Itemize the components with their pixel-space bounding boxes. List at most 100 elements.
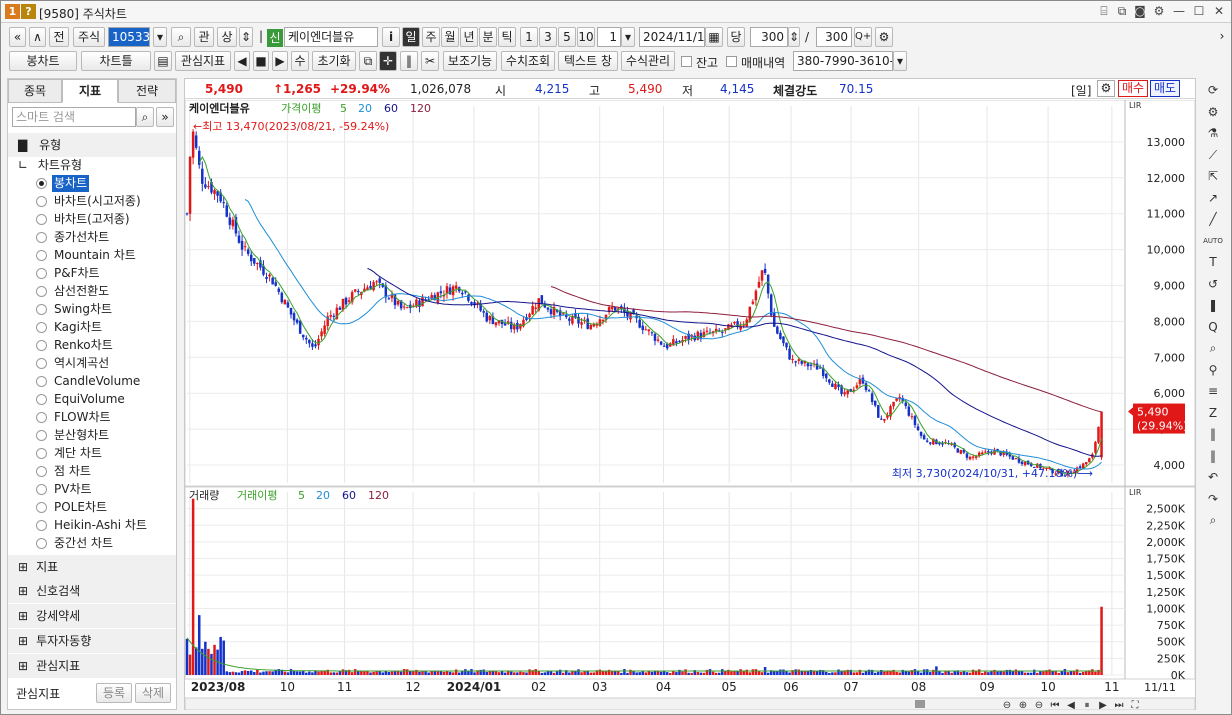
account-dropdown-icon[interactable]: ▾ bbox=[893, 51, 907, 71]
stock-chart[interactable]: 2023/08 10 11 12 2024/01 02 03 04 05 06 07 08 09 10 11… bbox=[185, 100, 1195, 710]
radio-icon[interactable] bbox=[36, 268, 47, 279]
copy-window-icon[interactable]: ⧉ bbox=[1114, 3, 1130, 19]
tab-stocks[interactable]: 종목 bbox=[8, 79, 62, 103]
cut-icon[interactable]: ✂ bbox=[421, 51, 439, 71]
balance-checkbox[interactable] bbox=[681, 56, 692, 67]
minimize-icon[interactable]: — bbox=[1171, 3, 1187, 19]
radio-icon[interactable] bbox=[36, 484, 47, 495]
radio-icon[interactable] bbox=[36, 376, 47, 387]
drawing-tool-icon[interactable]: ↗ bbox=[1203, 188, 1223, 208]
radio-icon[interactable] bbox=[36, 286, 47, 297]
watch-button[interactable]: 관 bbox=[194, 27, 214, 47]
sell-button[interactable]: 매도 bbox=[1150, 80, 1180, 97]
scroll-left-icon[interactable]: ◀ bbox=[234, 51, 250, 71]
chart-settings-icon[interactable]: ⚙ bbox=[875, 27, 893, 47]
count-spin-icon[interactable]: ⇕ bbox=[788, 27, 800, 47]
buy-button[interactable]: 매수 bbox=[1118, 80, 1148, 97]
crosshair-icon[interactable]: ✛ bbox=[379, 51, 397, 71]
custom-interval-input[interactable]: 1 bbox=[597, 27, 621, 47]
pin-icon[interactable]: ⌸ bbox=[1096, 3, 1112, 19]
interval-dropdown-icon[interactable]: ▾ bbox=[621, 27, 635, 47]
radio-icon[interactable] bbox=[36, 394, 47, 405]
radio-icon[interactable] bbox=[36, 430, 47, 441]
chart-type-button[interactable]: 봉차트 bbox=[9, 51, 77, 71]
total-count-input[interactable]: 300 bbox=[816, 27, 852, 47]
help-icon[interactable]: ? bbox=[21, 4, 36, 19]
drawing-tool-icon[interactable]: ⌕ bbox=[1203, 338, 1223, 358]
prev-button[interactable]: 전 bbox=[49, 27, 69, 47]
scroll-right-icon[interactable]: ▶ bbox=[272, 51, 288, 71]
drawing-tool-icon[interactable]: ⟋ bbox=[1203, 145, 1223, 165]
formula-mgmt-button[interactable]: 수식관리 bbox=[621, 51, 675, 71]
radio-icon[interactable] bbox=[36, 304, 47, 315]
trade-history-checkbox[interactable] bbox=[726, 56, 737, 67]
stop-icon[interactable]: ■ bbox=[253, 51, 269, 71]
market-select[interactable]: 주식 bbox=[73, 27, 105, 47]
toolbar-more-icon[interactable]: › bbox=[1216, 27, 1228, 47]
tree-root[interactable]: ∟ 차트유형 bbox=[18, 157, 82, 174]
calendar-icon[interactable]: ▦ bbox=[705, 27, 723, 47]
radio-icon[interactable] bbox=[36, 520, 47, 531]
section-signal-search[interactable]: ⊞ 신호검색 bbox=[8, 579, 176, 603]
drawing-tool-icon[interactable]: Q bbox=[1203, 317, 1223, 337]
zoom-in-icon[interactable]: Q+ bbox=[854, 27, 872, 47]
candle-icon[interactable]: ‖ bbox=[400, 51, 418, 71]
delete-button[interactable]: 삭제 bbox=[135, 683, 171, 703]
camera-icon[interactable]: ◙ bbox=[1132, 3, 1148, 19]
period-week-button[interactable]: 주 bbox=[422, 27, 440, 47]
expand-icon[interactable]: » bbox=[156, 107, 174, 127]
reset-button[interactable]: 초기화 bbox=[312, 51, 356, 71]
register-button[interactable]: 등록 bbox=[96, 683, 132, 703]
numeric-query-button[interactable]: 수치조회 bbox=[501, 51, 555, 71]
radio-icon[interactable] bbox=[36, 322, 47, 333]
drawing-tool-icon[interactable]: ⇱ bbox=[1203, 166, 1223, 186]
radio-icon[interactable] bbox=[36, 340, 47, 351]
radio-icon[interactable] bbox=[36, 196, 47, 207]
period-minute-button[interactable]: 분 bbox=[479, 27, 497, 47]
drawing-tool-icon[interactable]: ╱ bbox=[1203, 209, 1223, 229]
radio-icon[interactable] bbox=[36, 358, 47, 369]
section-watch-indicators[interactable]: ⊞ 관심지표 bbox=[8, 654, 176, 678]
text-window-button[interactable]: 텍스트 창 bbox=[558, 51, 618, 71]
drawing-tool-icon[interactable]: ⚙ bbox=[1203, 102, 1223, 122]
restore-icon[interactable]: ⧉ bbox=[359, 51, 377, 71]
tab-indicators[interactable]: 지표 bbox=[62, 79, 118, 103]
code-dropdown-icon[interactable]: ▾ bbox=[153, 27, 167, 47]
maximize-icon[interactable]: ☐ bbox=[1191, 3, 1207, 19]
save-icon[interactable]: ▤ bbox=[154, 51, 172, 71]
drawing-tool-icon[interactable]: ⚲ bbox=[1203, 360, 1223, 380]
radio-icon[interactable] bbox=[36, 214, 47, 225]
section-indicators[interactable]: ⊞ 지표 bbox=[8, 555, 176, 579]
drawing-tool-icon[interactable]: Z bbox=[1203, 403, 1223, 423]
radio-icon[interactable] bbox=[36, 250, 47, 261]
today-button[interactable]: 당 bbox=[727, 27, 745, 47]
radio-icon[interactable] bbox=[36, 502, 47, 513]
watch-indicator-button[interactable]: 관심지표 bbox=[175, 51, 231, 71]
section-investor-trend[interactable]: ⊞ 투자자동향 bbox=[8, 629, 176, 653]
section-strength[interactable]: ⊞ 강세약세 bbox=[8, 604, 176, 628]
drawing-tool-icon[interactable]: ‖ bbox=[1203, 424, 1223, 444]
tab-strategy[interactable]: 전략 bbox=[118, 79, 176, 103]
settings-icon[interactable]: ⚙ bbox=[1151, 3, 1167, 19]
interval-3-button[interactable]: 3 bbox=[539, 27, 557, 47]
close-icon[interactable]: ✕ bbox=[1211, 3, 1227, 19]
smart-search-input[interactable]: 스마트 검색 bbox=[12, 107, 136, 127]
drawing-tool-icon[interactable]: ⌕ bbox=[1203, 510, 1223, 530]
nav-up-button[interactable]: ∧ bbox=[29, 27, 46, 47]
numeric-button[interactable]: 수 bbox=[291, 51, 309, 71]
chart-frame-button[interactable]: 차트틀 bbox=[81, 51, 151, 71]
drawing-tool-icon[interactable]: ❚ bbox=[1203, 295, 1223, 315]
radio-icon[interactable] bbox=[36, 412, 47, 423]
nav-first-button[interactable]: « bbox=[9, 27, 26, 47]
quote-settings-icon[interactable]: ⚙ bbox=[1097, 80, 1115, 97]
spin-icon[interactable]: ⇕ bbox=[239, 27, 253, 47]
drawing-tool-icon[interactable]: ⟳ bbox=[1203, 80, 1223, 100]
drawing-tool-icon[interactable]: ≡ bbox=[1203, 381, 1223, 401]
period-year-button[interactable]: 년 bbox=[460, 27, 478, 47]
radio-icon[interactable] bbox=[36, 538, 47, 549]
drawing-tool-icon[interactable]: ↷ bbox=[1203, 489, 1223, 509]
section-type[interactable]: ▇ 유형 bbox=[8, 133, 176, 157]
date-input[interactable]: 2024/11/11 bbox=[639, 27, 705, 47]
period-day-button[interactable]: 일 bbox=[402, 27, 420, 47]
account-select[interactable]: 380-7990-3610-1 bbox=[793, 51, 893, 71]
